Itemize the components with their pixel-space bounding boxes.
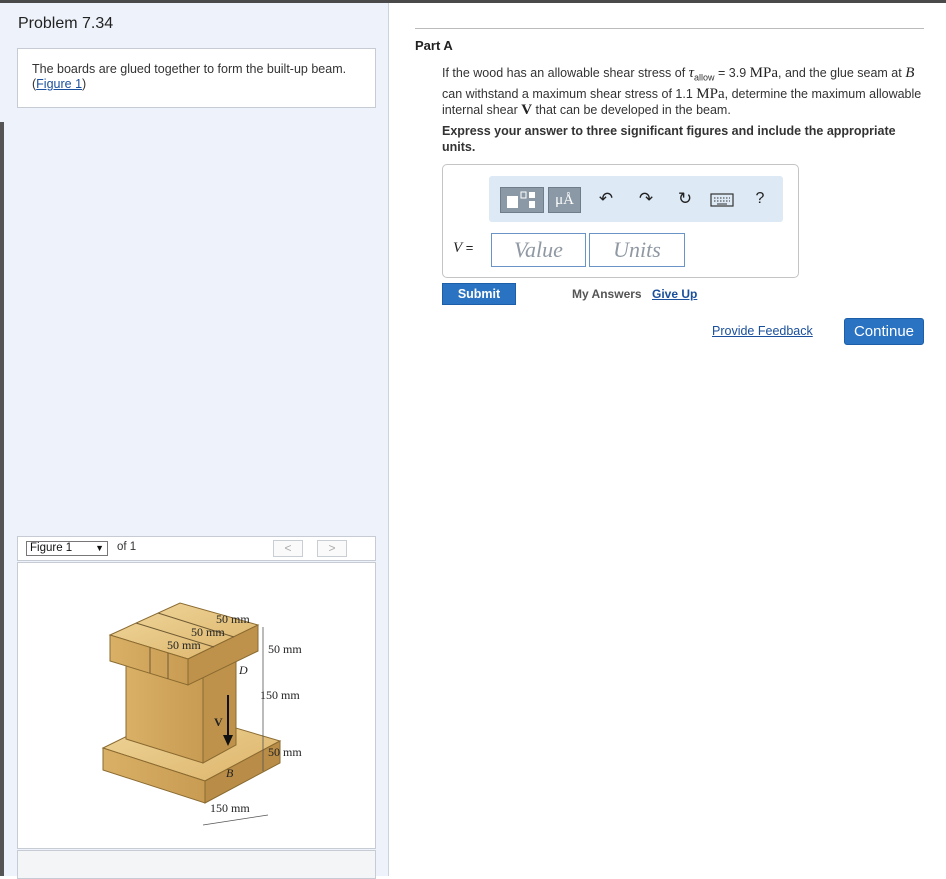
provide-feedback-link[interactable]: Provide Feedback xyxy=(712,324,813,338)
label-point-D: D xyxy=(238,663,248,677)
q-text-3: , and the glue seam at xyxy=(778,66,906,80)
units-input[interactable]: Units xyxy=(589,233,685,267)
give-up-link[interactable]: Give Up xyxy=(652,287,697,301)
units-symbols-button[interactable]: μÅ xyxy=(548,187,581,213)
templates-icon xyxy=(507,191,535,208)
dropdown-arrow-icon: ▼ xyxy=(95,543,104,553)
undo-icon[interactable]: ↶ xyxy=(595,188,617,210)
reset-icon[interactable]: ↻ xyxy=(674,188,696,210)
point-B: B xyxy=(905,65,915,81)
equals-sign: = xyxy=(462,240,474,255)
label-top-50-c: 50 mm xyxy=(167,638,201,652)
label-top-50-b: 50 mm xyxy=(191,625,225,639)
figure-footer xyxy=(17,850,376,879)
problem-title: Problem 7.34 xyxy=(18,15,114,32)
part-title: Part A xyxy=(415,38,453,53)
label-right-50-bottom: 50 mm xyxy=(268,745,302,759)
part-divider xyxy=(415,28,924,29)
figure-count: of 1 xyxy=(117,541,137,553)
answer-variable-label: V = xyxy=(453,240,473,257)
left-edge-bar xyxy=(0,122,4,876)
label-point-B: B xyxy=(226,766,234,780)
unit-mpa-1: MPa xyxy=(749,65,779,81)
tau-subscript: allow xyxy=(694,72,715,83)
q-text-4: can withstand a maximum shear stress of … xyxy=(442,86,697,101)
figure-select[interactable]: Figure 1 ▼ xyxy=(26,541,108,556)
prev-figure-button[interactable]: < xyxy=(273,540,303,557)
figure-area: 50 mm 50 mm 50 mm 50 mm 150 mm 50 mm 150… xyxy=(17,562,376,849)
label-bottom-150: 150 mm xyxy=(210,801,250,815)
value-input[interactable]: Value xyxy=(491,233,586,267)
problem-statement: The boards are glued together to form th… xyxy=(32,62,347,76)
figure-link[interactable]: Figure 1 xyxy=(36,77,82,91)
question-panel: Part A If the wood has an allowable shea… xyxy=(390,3,946,876)
label-right-150: 150 mm xyxy=(260,688,300,702)
question-text: If the wood has an allowable shear stres… xyxy=(442,65,922,118)
keyboard-icon[interactable] xyxy=(709,188,735,210)
my-answers-button[interactable]: My Answers xyxy=(572,287,642,301)
unit-mpa-2: MPa xyxy=(696,85,725,102)
redo-icon[interactable]: ↷ xyxy=(635,188,657,210)
beam-figure: 50 mm 50 mm 50 mm 50 mm 150 mm 50 mm 150… xyxy=(101,602,302,826)
math-toolbar: μÅ ↶ ↷ ↻ ? xyxy=(489,176,783,222)
figure-select-value: Figure 1 xyxy=(30,542,73,554)
submit-button[interactable]: Submit xyxy=(442,283,516,305)
answer-box: μÅ ↶ ↷ ↻ ? V = Value Units xyxy=(442,164,799,278)
continue-button[interactable]: Continue xyxy=(844,318,924,345)
var-V: V xyxy=(453,240,463,256)
label-top-50-a: 50 mm xyxy=(216,612,250,626)
next-figure-button[interactable]: > xyxy=(317,540,347,557)
q-text-1: If the wood has an allowable shear stres… xyxy=(442,66,689,80)
label-shear-V: V xyxy=(214,715,223,729)
answer-instructions: Express your answer to three significant… xyxy=(442,124,896,154)
help-icon[interactable]: ? xyxy=(749,188,771,210)
figure-nav-bar: Figure 1 ▼ of 1 < > xyxy=(17,536,376,561)
q-text-6: that can be developed in the beam. xyxy=(532,102,731,117)
templates-button[interactable] xyxy=(500,187,544,213)
shear-V: V xyxy=(521,101,533,118)
problem-statement-box: The boards are glued together to form th… xyxy=(17,48,376,108)
dim-line-bottom xyxy=(202,814,269,826)
problem-panel: Problem 7.34 The boards are glued togeth… xyxy=(0,3,389,879)
label-right-50-top: 50 mm xyxy=(268,642,302,656)
q-text-2: = 3.9 xyxy=(714,66,750,80)
